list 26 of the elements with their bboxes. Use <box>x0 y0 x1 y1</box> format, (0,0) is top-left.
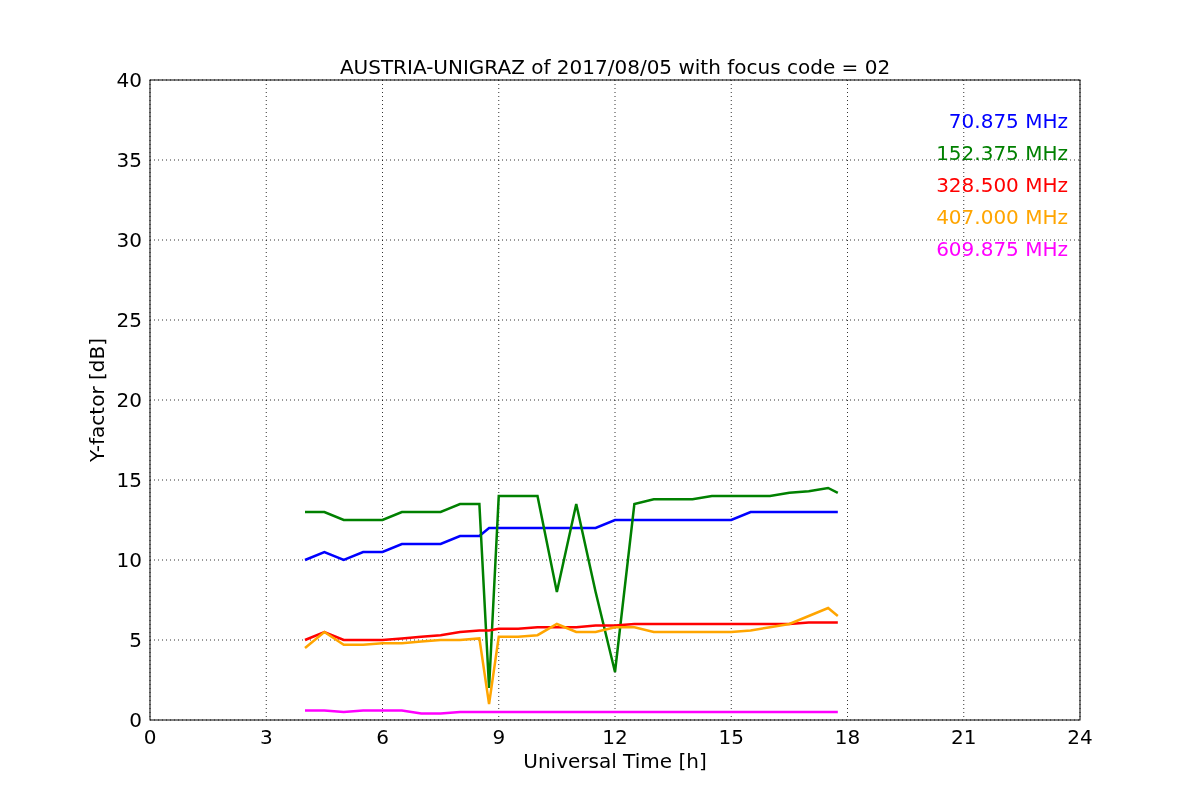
legend-label: 407.000 MHz <box>936 205 1068 229</box>
y-tick-label: 30 <box>116 228 142 252</box>
x-tick-label: 3 <box>259 725 273 749</box>
y-axis-label: Y-factor [dB] <box>85 338 109 462</box>
y-tick-label: 0 <box>129 708 142 732</box>
y-tick-label: 20 <box>116 388 142 412</box>
x-tick-label: 0 <box>143 725 157 749</box>
y-tick-label: 15 <box>116 468 142 492</box>
x-axis-label: Universal Time [h] <box>523 749 707 773</box>
legend-label: 70.875 MHz <box>948 109 1068 133</box>
y-tick-label: 25 <box>116 308 142 332</box>
x-tick-label: 9 <box>492 725 506 749</box>
x-tick-label: 12 <box>602 725 628 749</box>
x-tick-label: 24 <box>1067 725 1093 749</box>
y-tick-label: 10 <box>116 548 142 572</box>
y-tick-label: 5 <box>129 628 142 652</box>
x-tick-label: 15 <box>718 725 744 749</box>
x-tick-label: 18 <box>834 725 861 749</box>
legend-label: 609.875 MHz <box>936 237 1068 261</box>
y-tick-label: 35 <box>116 148 142 172</box>
legend-label: 328.500 MHz <box>936 173 1068 197</box>
x-tick-label: 21 <box>951 725 977 749</box>
x-tick-label: 6 <box>376 725 389 749</box>
chart-title: AUSTRIA-UNIGRAZ of 2017/08/05 with focus code = 02 <box>339 55 891 79</box>
legend-label: 152.375 MHz <box>936 141 1068 165</box>
y-tick-label: 40 <box>116 68 142 92</box>
